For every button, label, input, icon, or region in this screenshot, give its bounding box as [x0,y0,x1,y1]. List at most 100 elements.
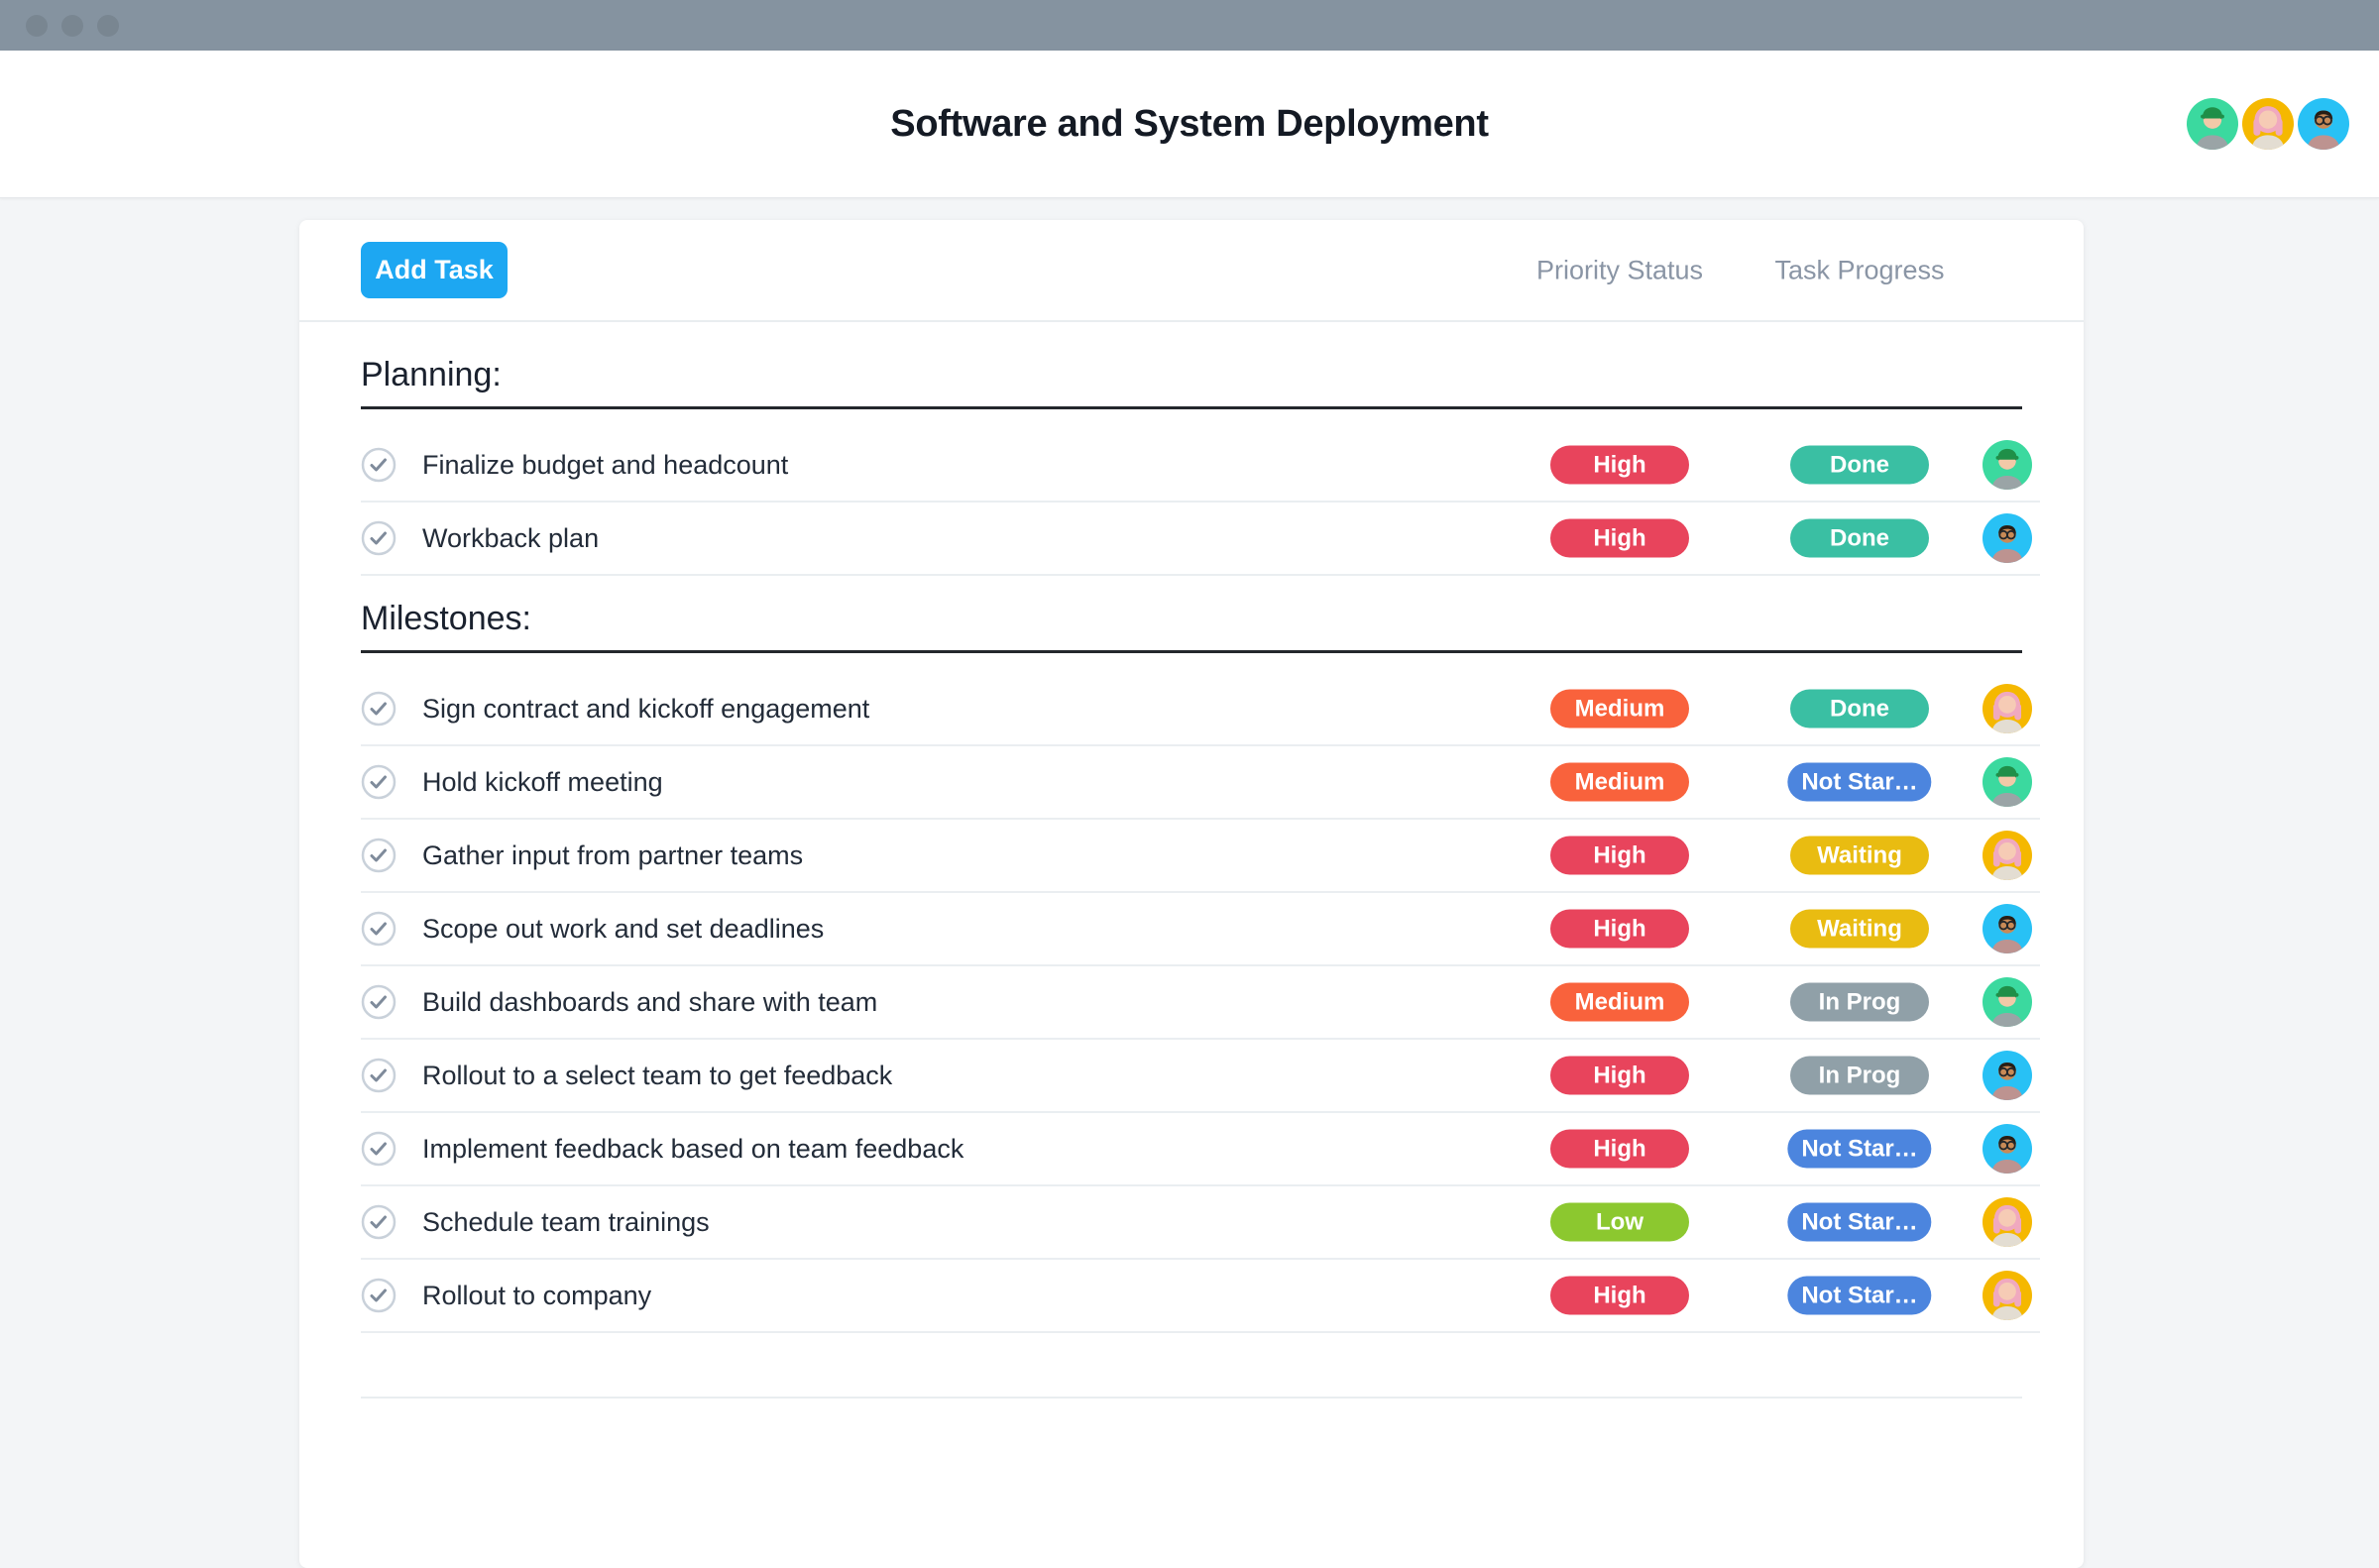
avatar-blue[interactable] [1982,513,2032,563]
section-rows: Finalize budget and headcount High Done … [361,429,2040,576]
task-row[interactable]: Implement feedback based on team feedbac… [361,1113,2040,1186]
task-row[interactable]: Build dashboards and share with team Med… [361,966,2040,1040]
task-row[interactable]: Rollout to a select team to get feedback… [361,1040,2040,1113]
avatar-green[interactable] [1982,757,2032,807]
task-name[interactable]: Workback plan [422,523,599,554]
task-name[interactable]: Rollout to company [422,1281,651,1311]
row-avatar-slot[interactable] [1982,1197,2032,1247]
task-row[interactable]: Sign contract and kickoff engagement Med… [361,673,2040,746]
row-avatar-slot[interactable] [1982,440,2032,490]
window-control-dot[interactable] [97,14,119,37]
avatar-yellow[interactable] [1982,1197,2032,1247]
page-title: Software and System Deployment [890,102,1489,145]
section-title: Planning: [361,356,502,393]
priority-badge[interactable]: High [1550,445,1689,485]
status-badge[interactable]: Not Star… [1787,1129,1932,1169]
status-badge[interactable]: In Prog [1790,982,1929,1022]
task-row[interactable]: Gather input from partner teams High Wai… [361,820,2040,893]
check-icon[interactable] [361,984,396,1020]
header-avatars [2187,98,2349,150]
row-avatar-slot[interactable] [1982,513,2032,563]
column-header-priority-status: Priority Status [1535,255,1704,284]
task-row[interactable]: Workback plan High Done [361,503,2040,576]
task-section: Milestones: Sign contract and kickoff en… [361,600,2040,1333]
row-avatar-slot[interactable] [1982,1271,2032,1320]
status-badge[interactable]: Waiting [1790,909,1929,949]
task-row[interactable]: Scope out work and set deadlines High Wa… [361,893,2040,966]
section-title: Milestones: [361,600,531,637]
avatar-blue [2298,98,2349,150]
check-icon[interactable] [361,1058,396,1093]
avatar-yellow[interactable] [1982,1271,2032,1320]
app-header: Software and System Deployment [0,51,2379,198]
status-badge[interactable]: Done [1790,689,1929,728]
task-name[interactable]: Implement feedback based on team feedbac… [422,1134,963,1165]
section-underline [361,650,2022,653]
avatar-green [2187,98,2238,150]
row-avatar-slot[interactable] [1982,977,2032,1027]
check-icon[interactable] [361,1278,396,1313]
avatar-blue[interactable] [1982,904,2032,953]
add-task-button[interactable]: Add Task [361,242,508,298]
avatar-blue[interactable] [1982,1051,2032,1100]
check-icon[interactable] [361,911,396,947]
task-list-card: Add Task Priority Status Task Progress P… [299,220,2084,1568]
task-section: Planning: Finalize budget and headcount … [361,356,2040,576]
task-name[interactable]: Finalize budget and headcount [422,450,788,481]
task-name[interactable]: Rollout to a select team to get feedback [422,1061,892,1091]
task-name[interactable]: Scope out work and set deadlines [422,914,824,945]
window-control-dot[interactable] [61,14,83,37]
priority-badge[interactable]: High [1550,518,1689,558]
avatar-yellow[interactable] [1982,831,2032,880]
avatar-green[interactable] [1982,440,2032,490]
check-icon[interactable] [361,764,396,800]
status-badge[interactable]: Waiting [1790,836,1929,875]
status-badge[interactable]: Done [1790,518,1929,558]
row-avatar-slot[interactable] [1982,1051,2032,1100]
task-name[interactable]: Sign contract and kickoff engagement [422,694,869,725]
check-icon[interactable] [361,691,396,727]
card-toolbar: Add Task Priority Status Task Progress [299,220,2084,322]
check-icon[interactable] [361,520,396,556]
priority-badge[interactable]: Medium [1550,982,1689,1022]
priority-badge[interactable]: Medium [1550,762,1689,802]
bottom-divider [361,1397,2022,1399]
avatar-yellow[interactable] [1982,684,2032,733]
status-badge[interactable]: Not Star… [1787,1276,1932,1315]
priority-badge[interactable]: High [1550,1129,1689,1169]
check-icon[interactable] [361,447,396,483]
avatar-green[interactable] [1982,977,2032,1027]
task-name[interactable]: Gather input from partner teams [422,840,803,871]
check-icon[interactable] [361,1131,396,1167]
priority-badge[interactable]: Low [1550,1202,1689,1242]
avatar-blue[interactable] [1982,1124,2032,1174]
priority-badge[interactable]: High [1550,909,1689,949]
priority-badge[interactable]: High [1550,836,1689,875]
column-header-task-progress: Task Progress [1774,255,1945,284]
row-avatar-slot[interactable] [1982,831,2032,880]
check-icon[interactable] [361,1204,396,1240]
task-name[interactable]: Schedule team trainings [422,1207,710,1238]
row-avatar-slot[interactable] [1982,1124,2032,1174]
priority-badge[interactable]: High [1550,1056,1689,1095]
window-control-dot[interactable] [26,14,48,37]
status-badge[interactable]: Not Star… [1787,1202,1932,1242]
status-badge[interactable]: In Prog [1790,1056,1929,1095]
section-underline [361,406,2022,409]
avatar-yellow [2242,98,2294,150]
task-name[interactable]: Build dashboards and share with team [422,987,877,1018]
check-icon[interactable] [361,838,396,873]
priority-badge[interactable]: Medium [1550,689,1689,728]
row-avatar-slot[interactable] [1982,684,2032,733]
task-row[interactable]: Finalize budget and headcount High Done [361,429,2040,503]
status-badge[interactable]: Done [1790,445,1929,485]
row-avatar-slot[interactable] [1982,757,2032,807]
task-name[interactable]: Hold kickoff meeting [422,767,663,798]
card-body: Planning: Finalize budget and headcount … [299,356,2084,1399]
priority-badge[interactable]: High [1550,1276,1689,1315]
status-badge[interactable]: Not Star… [1787,762,1932,802]
task-row[interactable]: Rollout to company High Not Star… [361,1260,2040,1333]
task-row[interactable]: Hold kickoff meeting Medium Not Star… [361,746,2040,820]
row-avatar-slot[interactable] [1982,904,2032,953]
task-row[interactable]: Schedule team trainings Low Not Star… [361,1186,2040,1260]
